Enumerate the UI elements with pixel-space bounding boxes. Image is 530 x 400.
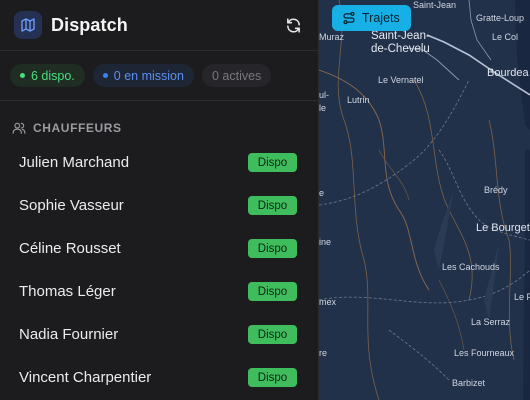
refresh-icon (286, 17, 300, 33)
map-label: le (319, 103, 327, 113)
status-badge: Dispo (248, 368, 297, 387)
driver-name: Sophie Vasseur (19, 197, 124, 214)
sidebar: Dispatch 6 dispo. 0 en mission 0 actives (0, 0, 319, 400)
driver-row[interactable]: Julien Marchand Dispo (0, 141, 318, 184)
map-label: de-Chevelu (371, 43, 430, 55)
driver-name: Julien Marchand (19, 154, 130, 171)
in-mission-count: 0 en mission (113, 68, 184, 83)
map-label: ul- (319, 90, 330, 100)
status-badge: Dispo (248, 153, 297, 172)
driver-name: Vincent Charpentier (19, 369, 152, 386)
map-label: ine (319, 237, 332, 247)
map-view[interactable]: Saint-Jean Muraz Saint-Jean- de-Chevelu … (319, 0, 530, 400)
map-label: Les Fourneaux (454, 348, 515, 358)
active-count-chip[interactable]: 0 actives (201, 64, 272, 87)
boundary (319, 269, 530, 304)
ridge (434, 190, 454, 270)
map-icon (14, 11, 42, 39)
ridge (484, 240, 499, 320)
map-label: Saint-Jean (413, 0, 457, 10)
status-badge: Dispo (248, 282, 297, 301)
section-label: CHAUFFEURS (33, 121, 122, 135)
status-badge: Dispo (248, 239, 297, 258)
map-terrain (319, 0, 530, 400)
map-label: Gratte-Loup (476, 13, 525, 23)
driver-row[interactable]: Céline Rousset Dispo (0, 227, 318, 270)
driver-row[interactable]: Thomas Léger Dispo (0, 270, 318, 313)
driver-row[interactable]: Nadia Fournier Dispo (0, 313, 318, 356)
available-dot-icon (20, 73, 25, 78)
map-label: mex (319, 297, 337, 307)
status-summary: 6 dispo. 0 en mission 0 actives (0, 51, 318, 101)
map-label: Muraz (319, 32, 345, 42)
map-label: La Serraz (471, 317, 511, 327)
driver-row[interactable]: Sophie Vasseur Dispo (0, 184, 318, 227)
driver-name: Nadia Fournier (19, 326, 119, 343)
road (468, 0, 492, 61)
map-label: Lutrin (347, 95, 370, 105)
boundary (319, 79, 470, 206)
map-label: Bourdea (487, 67, 529, 79)
route-icon (343, 11, 355, 25)
active-count: 0 actives (211, 68, 262, 83)
in-mission-dot-icon (102, 73, 108, 78)
map-label: e (319, 188, 325, 198)
map-label: Brédy (484, 185, 508, 195)
map-label: Le Col (492, 32, 519, 42)
users-icon (12, 122, 26, 134)
road-orange (319, 69, 430, 291)
map-label: Les Cachouds (442, 262, 500, 272)
map-label: Le Vernatel (378, 75, 424, 85)
drivers-section-header: CHAUFFEURS (0, 101, 318, 141)
status-badge: Dispo (248, 196, 297, 215)
boundary (388, 329, 450, 381)
status-badge: Dispo (248, 325, 297, 344)
driver-name: Thomas Léger (19, 283, 116, 300)
in-mission-count-chip[interactable]: 0 en mission (92, 64, 194, 87)
app-title: Dispatch (51, 14, 128, 35)
drivers-list: Julien Marchand Dispo Sophie Vasseur Dis… (0, 141, 318, 399)
map-label: re (319, 348, 328, 358)
available-count-chip[interactable]: 6 dispo. (10, 64, 85, 87)
map-label: Le Bourget (476, 222, 530, 234)
driver-row[interactable]: Vincent Charpentier Dispo (0, 356, 318, 399)
refresh-button[interactable] (282, 14, 304, 36)
trajets-button[interactable]: Trajets (332, 5, 411, 31)
driver-name: Céline Rousset (19, 240, 121, 257)
road-orange (438, 279, 465, 351)
available-count: 6 dispo. (31, 68, 75, 83)
trajets-label: Trajets (362, 11, 400, 25)
map-label: Barbizet (452, 378, 486, 388)
sidebar-header: Dispatch (0, 0, 318, 51)
map-label: Le Pin (514, 292, 530, 302)
map-label: Saint-Jean- (371, 30, 430, 42)
